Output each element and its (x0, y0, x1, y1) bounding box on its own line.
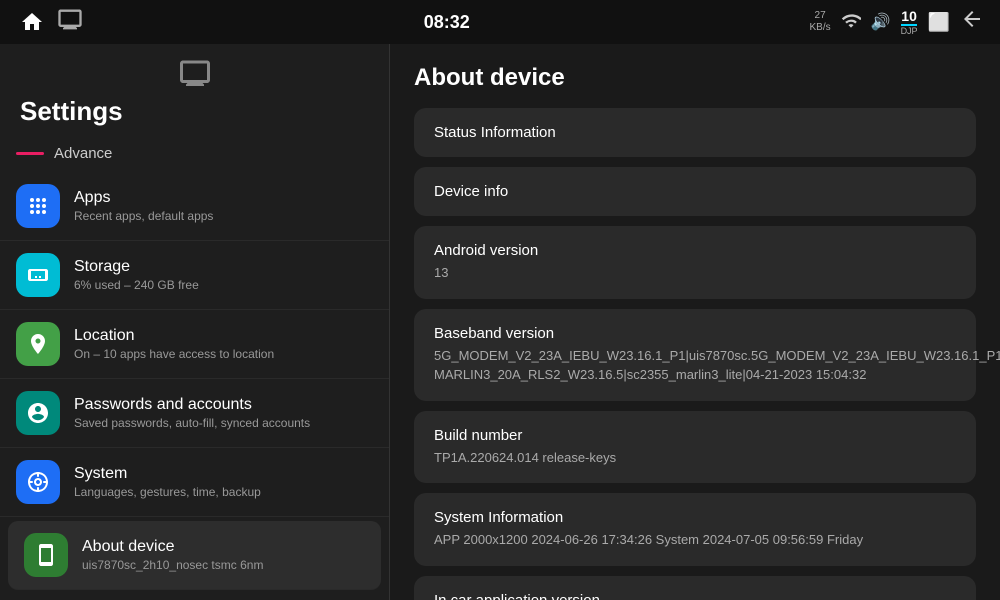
screen-icon: ⬜ (928, 12, 950, 33)
system-subtitle: Languages, gestures, time, backup (74, 485, 261, 499)
card-baseband-version[interactable]: Baseband version 5G_MODEM_V2_23A_IEBU_W2… (414, 309, 976, 401)
advance-item[interactable]: Advance (0, 135, 389, 172)
djp-badge: 10 DJP (901, 8, 918, 36)
apps-text: Apps Recent apps, default apps (74, 189, 213, 223)
apps-icon (16, 184, 60, 228)
status-bar: 08:32 27 KB/s 🔊 10 DJP ⬜ (0, 0, 1000, 44)
about-subtitle: uis7870sc_2h10_nosec tsmc 6nm (82, 558, 263, 572)
main-layout: Settings Advance Apps Recent apps, defau… (0, 44, 1000, 600)
network-speed: 27 KB/s (810, 10, 831, 34)
about-title: About device (82, 538, 263, 556)
about-icon (24, 533, 68, 577)
sidebar-icon-row (20, 56, 369, 92)
advance-line-icon (16, 152, 44, 155)
card-device-info[interactable]: Device info (414, 167, 976, 216)
volume-icon: 🔊 (871, 12, 891, 32)
system-title: System (74, 465, 261, 483)
wifi-icon (841, 11, 861, 34)
content-title: About device (414, 64, 976, 92)
sidebar: Settings Advance Apps Recent apps, defau… (0, 44, 390, 600)
advance-label: Advance (54, 145, 112, 162)
device-info-title: Device info (434, 183, 956, 200)
location-title: Location (74, 327, 274, 345)
status-bar-left (16, 6, 84, 39)
location-text: Location On – 10 apps have access to loc… (74, 327, 274, 361)
card-system-information[interactable]: System Information APP 2000x1200 2024-06… (414, 493, 976, 566)
incar-version-title: In car application version (434, 592, 956, 600)
system-info-value: APP 2000x1200 2024-06-26 17:34:26 System… (434, 530, 956, 550)
passwords-icon (16, 391, 60, 435)
sidebar-title: Settings (20, 96, 123, 127)
card-status-info[interactable]: Status Information (414, 108, 976, 157)
status-bar-right: 27 KB/s 🔊 10 DJP ⬜ (810, 7, 984, 37)
card-android-version[interactable]: Android version 13 (414, 226, 976, 299)
sidebar-item-system[interactable]: System Languages, gestures, time, backup (0, 448, 389, 517)
card-build-number[interactable]: Build number TP1A.220624.014 release-key… (414, 411, 976, 484)
apps-subtitle: Recent apps, default apps (74, 209, 213, 223)
system-icon (16, 460, 60, 504)
sidebar-item-apps[interactable]: Apps Recent apps, default apps (0, 172, 389, 241)
clock: 08:32 (424, 12, 470, 33)
system-info-title: System Information (434, 509, 956, 526)
build-number-title: Build number (434, 427, 956, 444)
back-button[interactable] (960, 7, 984, 37)
status-info-title: Status Information (434, 124, 956, 141)
about-text: About device uis7870sc_2h10_nosec tsmc 6… (82, 538, 263, 572)
sidebar-item-passwords[interactable]: Passwords and accounts Saved passwords, … (0, 379, 389, 448)
home-button[interactable] (16, 6, 48, 38)
location-subtitle: On – 10 apps have access to location (74, 347, 274, 361)
baseband-version-value: 5G_MODEM_V2_23A_IEBU_W23.16.1_P1|uis7870… (434, 346, 956, 385)
sidebar-item-storage[interactable]: Storage 6% used – 240 GB free (0, 241, 389, 310)
system-text: System Languages, gestures, time, backup (74, 465, 261, 499)
sidebar-header: Settings (0, 44, 389, 135)
sidebar-item-about[interactable]: About device uis7870sc_2h10_nosec tsmc 6… (8, 521, 381, 590)
storage-title: Storage (74, 258, 199, 276)
android-version-value: 13 (434, 263, 956, 283)
storage-icon (16, 253, 60, 297)
passwords-text: Passwords and accounts Saved passwords, … (74, 396, 310, 430)
storage-subtitle: 6% used – 240 GB free (74, 278, 199, 292)
passwords-title: Passwords and accounts (74, 396, 310, 414)
location-icon (16, 322, 60, 366)
content-area: About device Status Information Device i… (390, 44, 1000, 600)
sidebar-item-location[interactable]: Location On – 10 apps have access to loc… (0, 310, 389, 379)
build-number-value: TP1A.220624.014 release-keys (434, 448, 956, 468)
storage-text: Storage 6% used – 240 GB free (74, 258, 199, 292)
baseband-version-title: Baseband version (434, 325, 956, 342)
apps-title: Apps (74, 189, 213, 207)
passwords-subtitle: Saved passwords, auto-fill, synced accou… (74, 416, 310, 430)
card-incar-version[interactable]: In car application version View in car m… (414, 576, 976, 600)
monitor-icon (56, 6, 84, 39)
android-version-title: Android version (434, 242, 956, 259)
